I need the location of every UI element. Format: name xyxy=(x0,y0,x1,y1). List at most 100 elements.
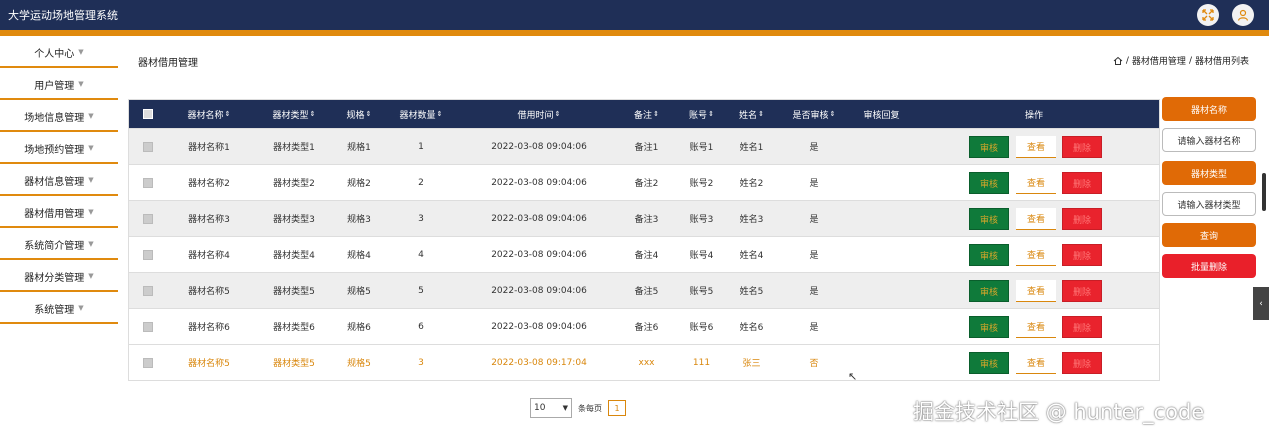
cell-spec: 规格4 xyxy=(347,251,371,261)
page-button-current[interactable]: 1 xyxy=(608,400,626,416)
query-button[interactable]: 查询 xyxy=(1162,223,1256,247)
delete-button[interactable]: 删除 xyxy=(1062,280,1102,302)
cell-reply xyxy=(854,273,909,308)
cell-account: 账号3 xyxy=(689,215,714,225)
breadcrumb-separator: / xyxy=(1188,55,1192,66)
cell-reply xyxy=(854,201,909,236)
table-row: 器材名称4 器材类型4 规格4 4 2022-03-08 09:04:06 备注4 账号4 姓… xyxy=(129,236,1159,272)
main-content: 器材借用管理 / 器材借用管理 / 器材借用列表 器材名称 ⇕ 器材类型 ⇕ 规格 ⇕… xyxy=(118,36,1269,440)
view-button[interactable]: 查看 xyxy=(1016,280,1056,302)
audit-button[interactable]: 审核 xyxy=(969,352,1009,374)
cell-time: 2022-03-08 09:17:04 xyxy=(491,357,587,368)
sidebar-item-equipment-category[interactable]: 器材分类管理 ▼ xyxy=(0,262,118,292)
audit-button[interactable]: 审核 xyxy=(969,172,1009,194)
cell-person: 姓名2 xyxy=(739,179,764,189)
sidebar-item-label: 系统管理 xyxy=(34,304,75,316)
name-search-input[interactable]: 请输入器材名称 xyxy=(1162,128,1256,152)
view-button[interactable]: 查看 xyxy=(1016,316,1056,338)
cell-reply xyxy=(854,237,909,272)
audit-button[interactable]: 审核 xyxy=(969,244,1009,266)
collapse-panel-button[interactable]: ‹ xyxy=(1253,287,1269,320)
table-row: 器材名称5 器材类型5 规格5 5 2022-03-08 09:04:06 备注5 账号5 姓… xyxy=(129,272,1159,308)
col-header-label: 姓名 xyxy=(739,110,758,121)
col-header-account[interactable]: 账号 ⇕ xyxy=(679,100,724,128)
batch-delete-button[interactable]: 批量删除 xyxy=(1162,254,1256,278)
col-header-note[interactable]: 备注 ⇕ xyxy=(624,100,669,128)
row-checkbox[interactable] xyxy=(139,129,157,164)
cell-account: 账号5 xyxy=(689,287,714,297)
borrow-table: 器材名称 ⇕ 器材类型 ⇕ 规格 ⇕ 器材数量 ⇕ 借用时间 ⇕ 备注 ⇕ 账号 ⇕ 姓名 ⇕ … xyxy=(128,99,1160,381)
delete-button[interactable]: 删除 xyxy=(1062,352,1102,374)
scrollbar-thumb[interactable] xyxy=(1262,173,1266,211)
checkbox-box xyxy=(143,357,153,368)
col-header-type[interactable]: 器材类型 ⇕ xyxy=(264,100,324,128)
audit-button[interactable]: 审核 xyxy=(969,208,1009,230)
cell-account: 账号4 xyxy=(689,251,714,261)
select-all-checkbox[interactable] xyxy=(139,100,157,128)
col-header-approved[interactable]: 是否审核 ⇕ xyxy=(784,100,844,128)
audit-button[interactable]: 审核 xyxy=(969,316,1009,338)
cell-approved: 否 xyxy=(809,359,819,369)
col-header-time[interactable]: 借用时间 ⇕ xyxy=(479,100,599,128)
col-header-label: 操作 xyxy=(1024,110,1043,121)
cell-account: 账号1 xyxy=(689,143,714,153)
sidebar-item-system-intro[interactable]: 系统简介管理 ▼ xyxy=(0,230,118,260)
view-button[interactable]: 查看 xyxy=(1016,244,1056,266)
user-icon xyxy=(1237,9,1249,21)
row-checkbox[interactable] xyxy=(139,309,157,344)
row-checkbox[interactable] xyxy=(139,237,157,272)
view-button[interactable]: 查看 xyxy=(1016,208,1056,230)
view-button[interactable]: 查看 xyxy=(1016,172,1056,194)
cell-time: 2022-03-08 09:04:06 xyxy=(491,213,587,224)
col-header-label: 规格 xyxy=(346,110,365,121)
col-header-name[interactable]: 器材名称 ⇕ xyxy=(179,100,239,128)
cell-note: 备注6 xyxy=(634,323,659,333)
user-menu-button[interactable] xyxy=(1232,4,1254,26)
delete-button[interactable]: 删除 xyxy=(1062,316,1102,338)
type-search-input[interactable]: 请输入器材类型 xyxy=(1162,192,1256,216)
delete-button[interactable]: 删除 xyxy=(1062,172,1102,194)
sidebar-item-label: 器材借用管理 xyxy=(24,208,85,220)
fullscreen-button[interactable] xyxy=(1197,4,1219,26)
col-header-label: 账号 xyxy=(689,110,708,121)
row-checkbox[interactable] xyxy=(139,345,157,380)
audit-button[interactable]: 审核 xyxy=(969,136,1009,158)
view-button[interactable]: 查看 xyxy=(1016,352,1056,374)
sidebar-item-users[interactable]: 用户管理 ▼ xyxy=(0,70,118,100)
cell-approved: 是 xyxy=(809,215,819,225)
col-header-person[interactable]: 姓名 ⇕ xyxy=(729,100,774,128)
checkbox-box xyxy=(143,321,153,332)
sidebar-item-label: 个人中心 xyxy=(34,48,75,60)
breadcrumb-level1[interactable]: 器材借用管理 xyxy=(1132,54,1186,67)
row-checkbox[interactable] xyxy=(139,165,157,200)
row-checkbox[interactable] xyxy=(139,201,157,236)
cell-account: 账号2 xyxy=(689,179,714,189)
col-header-qty[interactable]: 器材数量 ⇕ xyxy=(391,100,451,128)
mouse-cursor-icon: ↖ xyxy=(848,370,858,383)
table-row: 器材名称1 器材类型1 规格1 1 2022-03-08 09:04:06 备注1 账号1 姓… xyxy=(129,128,1159,164)
sidebar-item-venue-info[interactable]: 场地信息管理 ▼ xyxy=(0,102,118,132)
delete-button[interactable]: 删除 xyxy=(1062,244,1102,266)
cell-note: 备注2 xyxy=(634,179,659,189)
sidebar-item-equipment-info[interactable]: 器材信息管理 ▼ xyxy=(0,166,118,196)
col-header-label: 借用时间 xyxy=(517,110,554,121)
view-button[interactable]: 查看 xyxy=(1016,136,1056,158)
col-header-spec[interactable]: 规格 ⇕ xyxy=(334,100,384,128)
delete-button[interactable]: 删除 xyxy=(1062,136,1102,158)
sidebar-item-equipment-borrow[interactable]: 器材借用管理 ▼ xyxy=(0,198,118,228)
sidebar-item-personal-center[interactable]: 个人中心 ▼ xyxy=(0,38,118,68)
sidebar-item-system-management[interactable]: 系统管理 ▼ xyxy=(0,294,118,324)
page-size-select[interactable]: 10 ▼ xyxy=(530,398,572,418)
delete-button[interactable]: 删除 xyxy=(1062,208,1102,230)
cell-reply xyxy=(854,165,909,200)
cell-person: 姓名6 xyxy=(739,323,764,333)
audit-button[interactable]: 审核 xyxy=(969,280,1009,302)
row-checkbox[interactable] xyxy=(139,273,157,308)
table-row: 器材名称6 器材类型6 规格6 6 2022-03-08 09:04:06 备注6 账号6 姓… xyxy=(129,308,1159,344)
home-icon[interactable] xyxy=(1113,56,1123,66)
sidebar-item-venue-booking[interactable]: 场地预约管理 ▼ xyxy=(0,134,118,164)
cell-time: 2022-03-08 09:04:06 xyxy=(491,285,587,296)
table-header: 器材名称 ⇕ 器材类型 ⇕ 规格 ⇕ 器材数量 ⇕ 借用时间 ⇕ 备注 ⇕ 账号 ⇕ 姓名 ⇕ … xyxy=(129,100,1159,128)
cell-note: xxx xyxy=(638,357,655,368)
sidebar-item-label: 场地预约管理 xyxy=(24,144,85,156)
